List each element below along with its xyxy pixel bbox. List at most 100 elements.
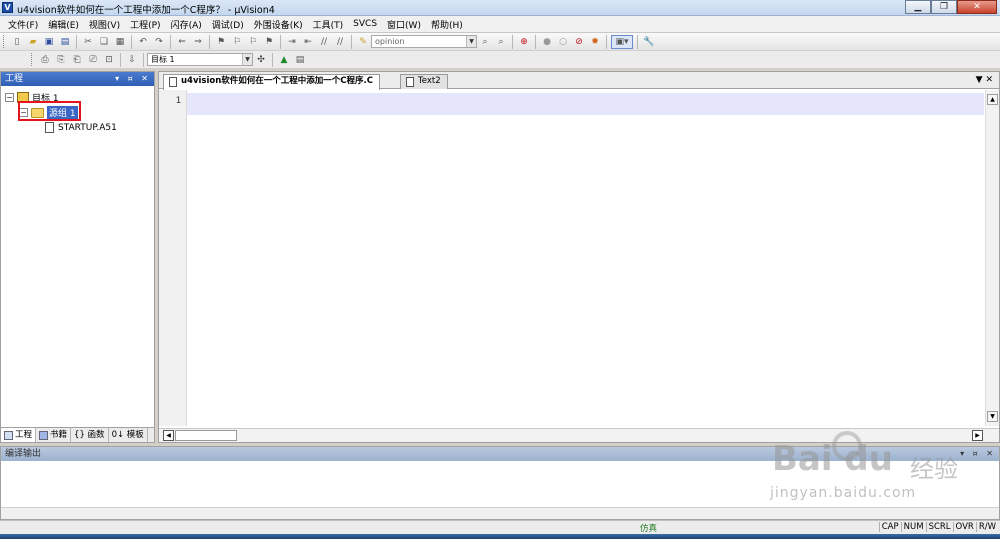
toolbar-separator [120,52,121,67]
chevron-down-icon[interactable]: ▼ [466,36,476,47]
target-options-icon[interactable]: ✣ [254,53,268,67]
menu-tools[interactable]: 工具(T) [309,18,348,31]
menu-view[interactable]: 视图(V) [85,18,124,31]
main-toolbar: ▯ ▰ ▣ ▤ ✂ ❏ ▦ ↶ ↷ ⇐ ⇒ ⚑ ⚐ ⚐ ⚑ ⇥ ⇤ // /∕ … [0,33,1000,51]
toolbar-grip[interactable] [31,53,34,66]
maximize-button[interactable]: ❐ [931,0,957,14]
menu-svcs[interactable]: SVCS [349,19,381,29]
find-combo[interactable]: opinion ▼ [371,35,477,48]
tab-c-file[interactable]: u4vision软件如何在一个工程中添加一个C程序.C [163,74,380,90]
current-line-highlight[interactable] [187,93,984,115]
stop-build-icon[interactable]: ⊡ [102,53,116,67]
manage-components-icon[interactable]: ▲ [277,53,291,67]
target-combo[interactable]: 目标 1 ▼ [147,53,253,66]
toolbar-separator [351,34,352,49]
bookmark-next-icon[interactable]: ⚐ [246,35,260,49]
tab-functions[interactable]: {} 函数 [71,428,109,442]
paste-icon[interactable]: ▦ [113,35,127,49]
menu-debug[interactable]: 调试(D) [208,18,248,31]
manage-books-icon[interactable]: ▤ [293,53,307,67]
tab-text2[interactable]: Text2 [400,74,448,89]
bookmark-prev-icon[interactable]: ⚐ [230,35,244,49]
status-num: NUM [900,522,926,532]
breakpoint-disable-all-icon[interactable]: ⊘ [572,35,586,49]
books-tab-icon [39,430,49,440]
chevron-down-icon[interactable]: ▼ ✕ [976,75,993,85]
breakpoint-insert-icon[interactable]: ● [540,35,554,49]
find-replace-icon[interactable]: ⌕ [494,35,508,49]
copy-icon[interactable]: ❏ [97,35,111,49]
menu-file[interactable]: 文件(F) [4,18,42,31]
bookmark-clear-icon[interactable]: ⚑ [262,35,276,49]
scroll-up-icon[interactable]: ▲ [987,94,998,105]
chevron-down-icon[interactable]: ▼ [242,54,252,65]
toolbar-separator [512,34,513,49]
window-title: u4vision软件如何在一个工程中添加一个C程序？ - µVision4 [17,5,275,16]
collapse-icon[interactable]: − [5,93,14,102]
menu-flash[interactable]: 闪存(A) [167,18,206,31]
save-all-icon[interactable]: ▤ [58,35,72,49]
scroll-right-icon[interactable]: ▶ [972,430,983,441]
build-output-scrollbar[interactable] [1,507,999,519]
nav-forward-icon[interactable]: ⇒ [191,35,205,49]
menu-peripherals[interactable]: 外围设备(K) [250,18,307,31]
indent-icon[interactable]: ⇥ [285,35,299,49]
save-icon[interactable]: ▣ [42,35,56,49]
document-icon [169,77,177,87]
menu-edit[interactable]: 编辑(E) [44,18,83,31]
build-output-title: 编译输出 [5,449,42,459]
menu-project[interactable]: 工程(P) [126,18,164,31]
find-combo-value: opinion [375,37,405,46]
title-bar: V u4vision软件如何在一个工程中添加一个C程序？ - µVision4 … [0,0,1000,16]
toolbar-separator [170,34,171,49]
tab-books-label: 书籍 [50,430,68,440]
tab-project[interactable]: 工程 [1,428,37,442]
tab-text2-label: Text2 [418,76,441,86]
tab-c-file-label: u4vision软件如何在一个工程中添加一个C程序.C [181,76,373,86]
build-output-header: 编译输出 ▾ ¤ ✕ [1,447,999,461]
build-icon[interactable]: ⎘ [54,53,68,67]
debug-session-icon[interactable]: ⊕ [517,35,531,49]
build-output-pane: 编译输出 ▾ ¤ ✕ [0,446,1000,520]
find-icon[interactable]: ⌕ [478,35,492,49]
nav-back-icon[interactable]: ⇐ [175,35,189,49]
redo-icon[interactable]: ↷ [152,35,166,49]
open-file-icon[interactable]: ▰ [26,35,40,49]
scroll-thumb[interactable] [175,430,237,441]
vertical-scrollbar[interactable]: ▲ ▼ [985,90,999,426]
tree-file[interactable]: STARTUP.A51 [5,120,117,135]
batch-build-icon[interactable]: ⎚ [86,53,100,67]
horizontal-scrollbar[interactable]: ◀ ▶ [159,428,999,442]
uncomment-icon[interactable]: /∕ [333,35,347,49]
editor-area: u4vision软件如何在一个工程中添加一个C程序.C Text2 ▼ ✕ 1 … [158,71,1000,443]
pane-controls[interactable]: ▾ ¤ ✕ [960,447,996,461]
tab-templates[interactable]: 0↓ 模板 [109,428,148,442]
scroll-left-icon[interactable]: ◀ [163,430,174,441]
app-icon: V [2,2,13,13]
new-file-icon[interactable]: ▯ [10,35,24,49]
configure-icon[interactable]: 🔧 [642,35,656,49]
breakpoint-kill-all-icon[interactable]: ✹ [588,35,602,49]
status-cap: CAP [878,522,901,532]
toolbar-grip[interactable] [3,35,6,48]
unindent-icon[interactable]: ⇤ [301,35,315,49]
menu-window[interactable]: 窗口(W) [383,18,425,31]
minimize-button[interactable]: ▁ [905,0,931,14]
window-layout-icon[interactable]: ▣▾ [611,34,633,49]
pane-controls[interactable]: ▾ ¤ ✕ [115,72,151,86]
close-button[interactable]: ✕ [957,0,997,14]
menu-help[interactable]: 帮助(H) [427,18,467,31]
cut-icon[interactable]: ✂ [81,35,95,49]
tab-books[interactable]: 书籍 [36,428,72,442]
bookmark-toggle-icon[interactable]: ⚑ [214,35,228,49]
find-in-files-icon[interactable]: ✎ [356,35,370,49]
translate-icon[interactable]: ⎙ [38,53,52,67]
download-icon[interactable]: ⇩ [125,53,139,67]
target-combo-value: 目标 1 [151,55,175,64]
undo-icon[interactable]: ↶ [136,35,150,49]
breakpoint-enable-icon[interactable]: ○ [556,35,570,49]
project-pane: 工程 ▾ ¤ ✕ − 目标 1 − 源组 1 STARTUP.A51 工程 书籍… [0,71,155,443]
rebuild-icon[interactable]: ⎗ [70,53,84,67]
scroll-down-icon[interactable]: ▼ [987,411,998,422]
comment-icon[interactable]: // [317,35,331,49]
